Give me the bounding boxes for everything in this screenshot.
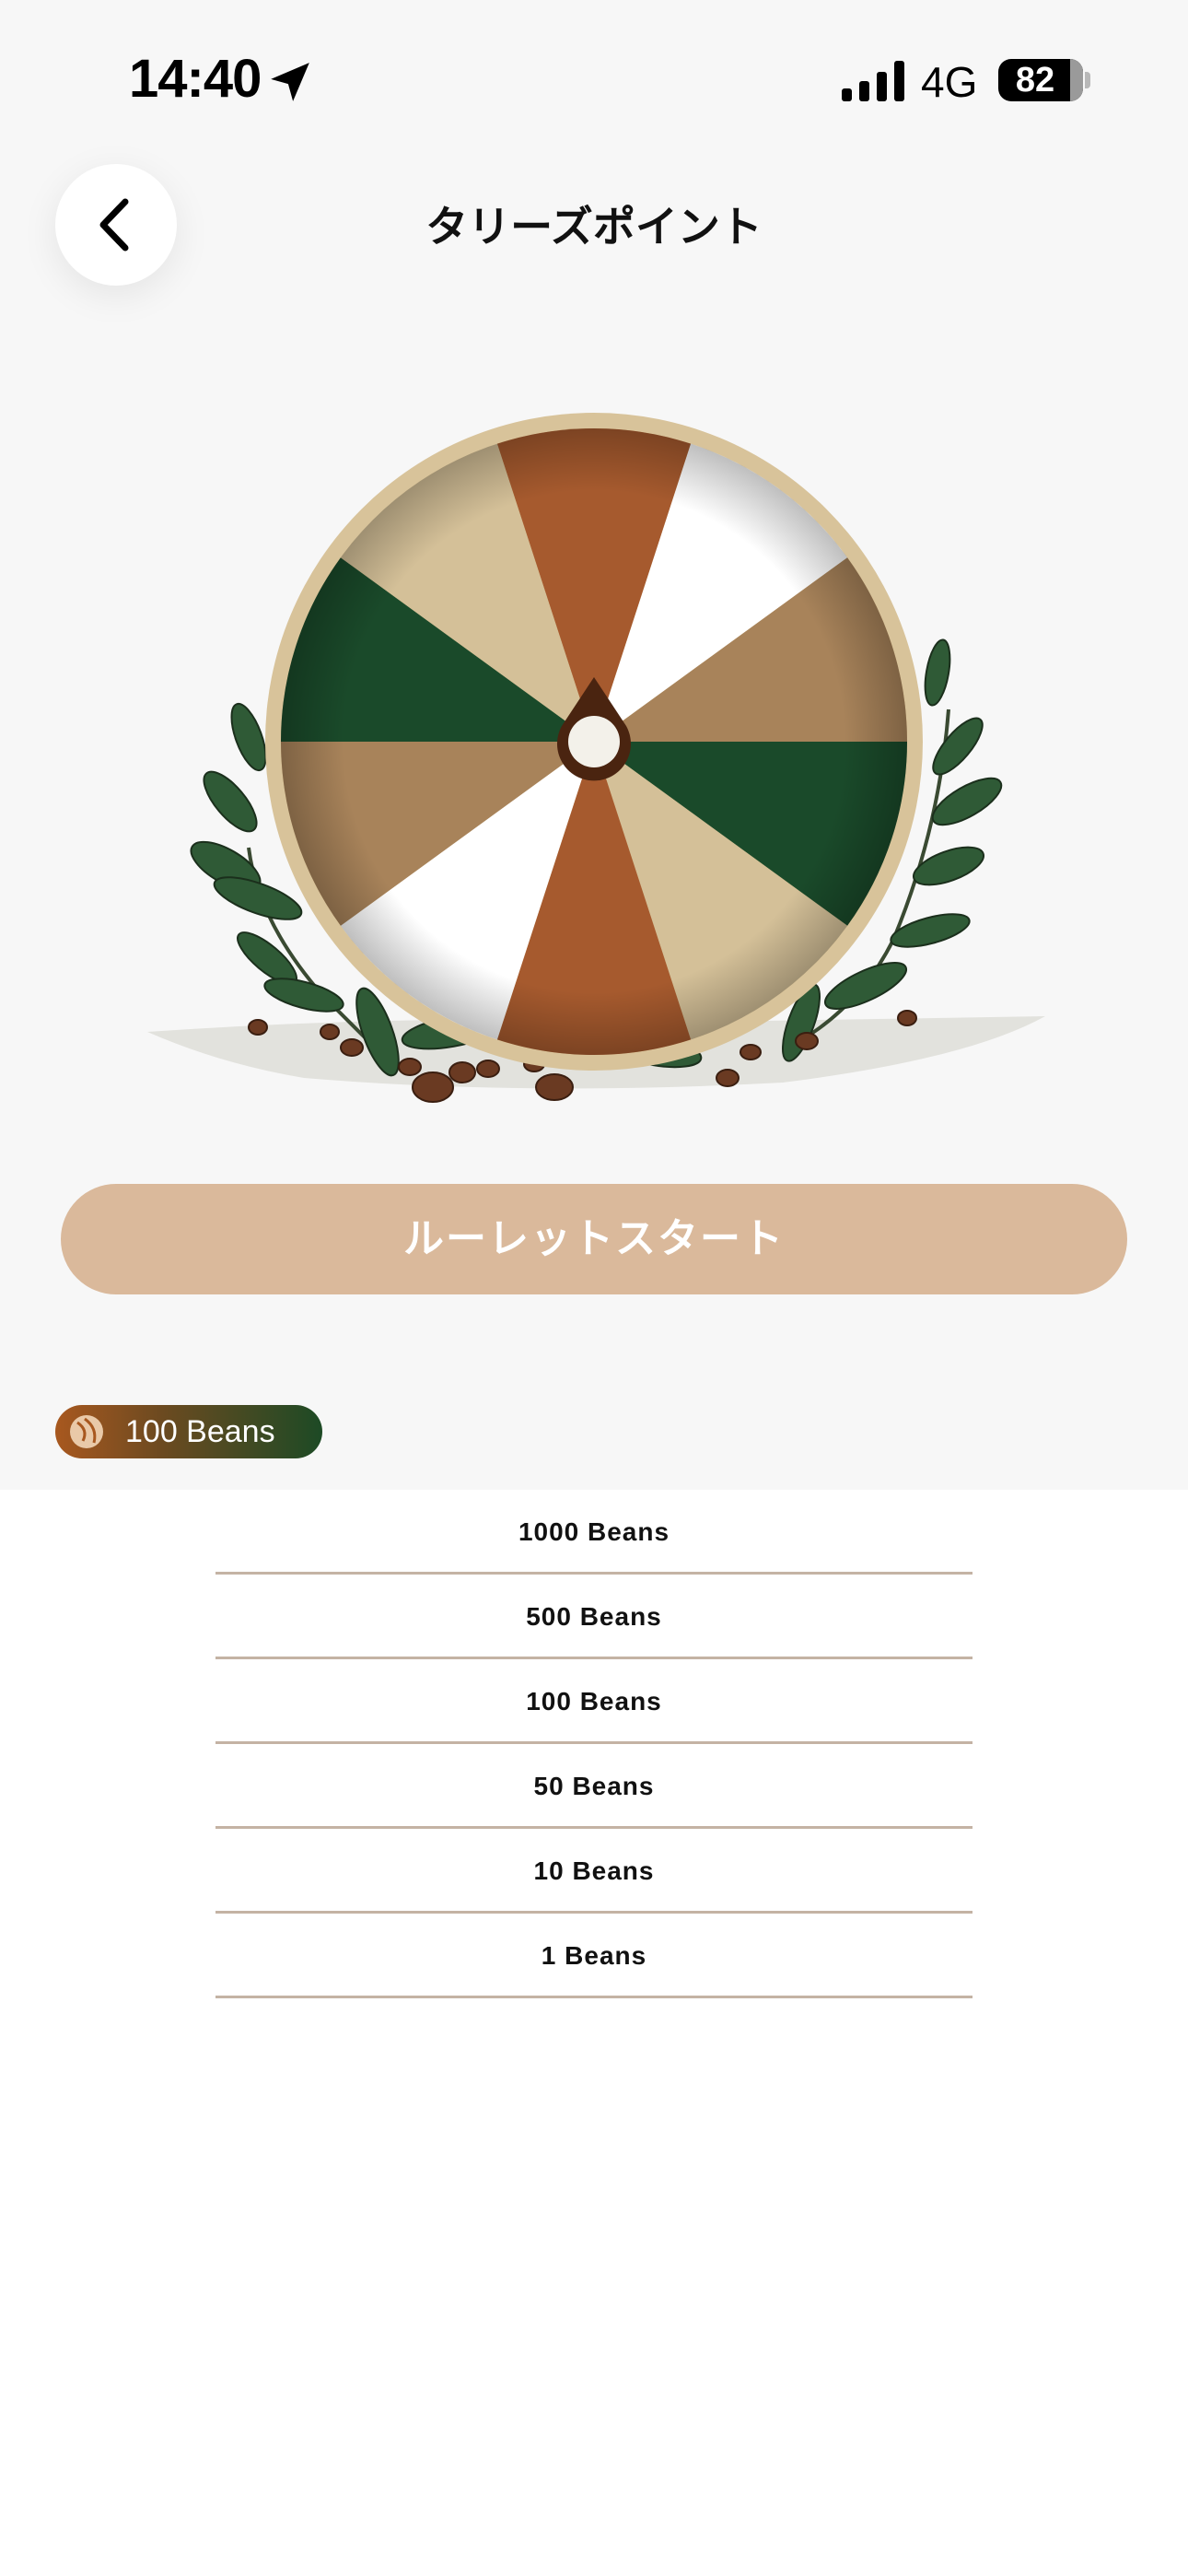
prize-row: 500 Beans — [215, 1575, 973, 1659]
page-title: タリーズポイント — [425, 202, 763, 252]
network-label: 4G — [921, 58, 978, 106]
coffee-bean-icon — [70, 1415, 103, 1448]
prize-row: 50 Beans — [215, 1744, 973, 1829]
status-time: 14:40 — [129, 49, 262, 109]
prize-row: 100 Beans — [215, 1659, 973, 1744]
balance-amount: 100 Beans — [125, 1413, 275, 1449]
prize-row: 1000 Beans — [215, 1490, 973, 1575]
prize-row: 10 Beans — [215, 1829, 973, 1914]
balance-badge: 100 Beans — [55, 1405, 322, 1458]
roulette-wheel — [147, 413, 1045, 1103]
prize-row: 1 Beans — [215, 1914, 973, 1998]
prize-list: 1000 Beans 500 Beans 100 Beans 50 Beans … — [215, 1490, 973, 1998]
cellular-signal-icon — [842, 61, 904, 101]
roulette-start-button[interactable]: ルーレットスタート — [61, 1184, 1127, 1294]
battery-nub — [1085, 72, 1090, 88]
battery-icon: 82 — [998, 59, 1083, 101]
battery-level: 82 — [1015, 61, 1055, 100]
location-arrow-icon — [271, 63, 309, 101]
